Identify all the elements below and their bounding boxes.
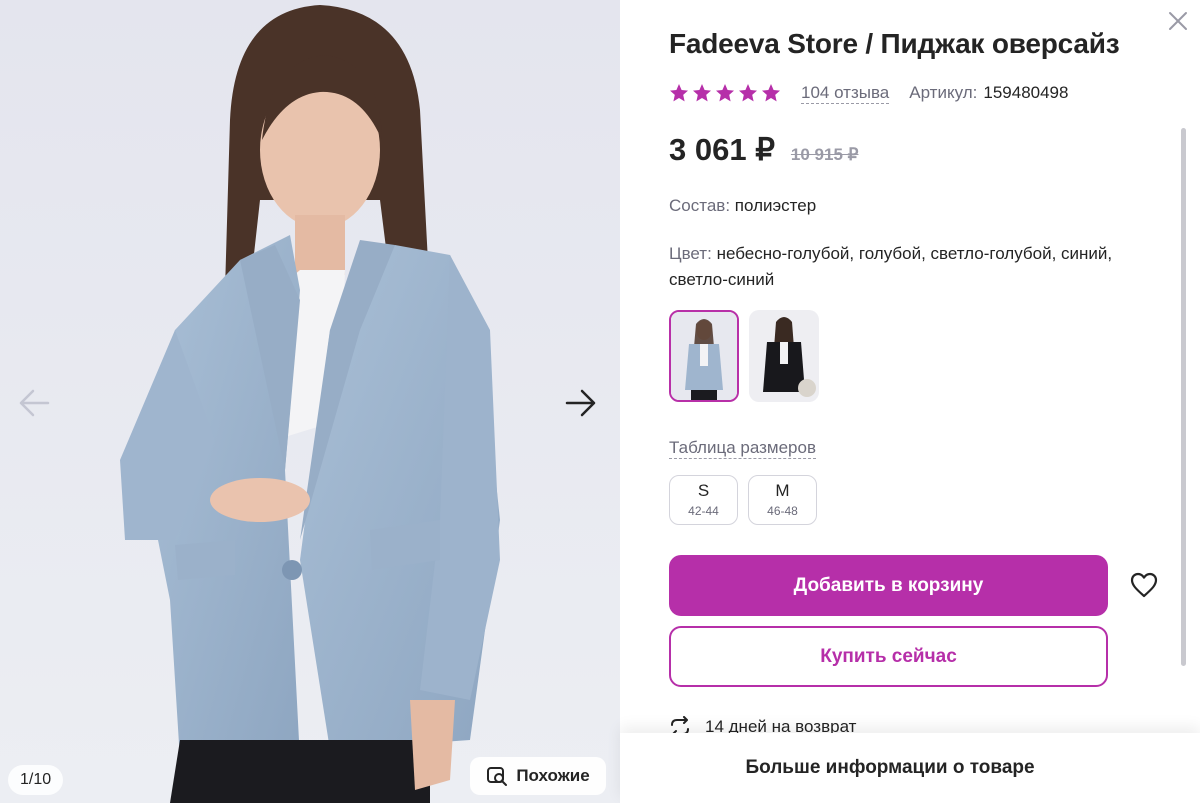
arrow-left-icon: [19, 389, 50, 417]
size-table-link[interactable]: Таблица размеров: [669, 437, 816, 459]
composition-label: Состав:: [669, 196, 731, 215]
size-options: S 42-44 M 46-48: [669, 475, 817, 525]
scrollbar[interactable]: [1181, 128, 1186, 666]
article: Артикул: 159480498: [909, 83, 1068, 103]
next-photo-button[interactable]: [561, 383, 601, 423]
star-icon: [693, 84, 711, 102]
size-name: M: [775, 481, 790, 500]
product-photo[interactable]: [0, 0, 620, 803]
size-option-s[interactable]: S 42-44: [669, 475, 738, 525]
product-info-panel: Fadeeva Store / Пиджак оверсайз 104 отзы…: [620, 0, 1200, 803]
color-label: Цвет:: [669, 244, 712, 263]
close-button[interactable]: [1165, 8, 1191, 34]
reviews-link[interactable]: 104 отзыва: [801, 83, 890, 104]
star-icon: [670, 84, 688, 102]
swatch-blue-thumbnail: [671, 312, 737, 400]
swatch-black-thumbnail: [749, 310, 819, 402]
star-icon: [762, 84, 780, 102]
arrow-right-icon: [565, 389, 596, 417]
swatch-blue[interactable]: [669, 310, 739, 402]
composition-value: полиэстер: [734, 196, 817, 215]
star-icon: [716, 84, 734, 102]
rating-row: 104 отзыва Артикул: 159480498: [669, 78, 1068, 108]
size-name: S: [697, 481, 710, 500]
article-label: Артикул:: [909, 83, 978, 102]
current-price: 3 061 ₽: [669, 132, 775, 167]
prev-photo-button[interactable]: [14, 383, 54, 423]
buy-now-button[interactable]: Купить сейчас: [669, 626, 1108, 687]
size-option-m[interactable]: M 46-48: [748, 475, 817, 525]
size-ru: 46-48: [767, 504, 798, 518]
product-title: Fadeeva Store / Пиджак оверсайз: [669, 28, 1120, 59]
star-icon: [739, 84, 757, 102]
product-gallery[interactable]: 1/10 Похожие: [0, 0, 620, 803]
composition: Состав: полиэстер: [669, 193, 816, 219]
color-info: Цвет: небесно-голубой, голубой, светло-г…: [669, 241, 1159, 293]
close-icon: [1169, 12, 1187, 30]
favorite-button[interactable]: [1127, 568, 1161, 602]
size-ru: 42-44: [688, 504, 719, 518]
swatch-black[interactable]: [749, 310, 819, 402]
rating-stars: [669, 83, 781, 103]
similar-button[interactable]: Похожие: [470, 757, 606, 795]
article-value: 159480498: [983, 83, 1069, 102]
add-to-cart-button[interactable]: Добавить в корзину: [669, 555, 1108, 616]
color-swatches: [669, 310, 819, 402]
similar-label: Похожие: [516, 766, 590, 785]
heart-icon: [1130, 572, 1158, 598]
more-info-bar[interactable]: Больше информации о товаре: [620, 733, 1200, 803]
color-value: небесно-голубой, голубой, светло-голубой…: [669, 244, 1113, 289]
price-row: 3 061 ₽ 10 915 ₽: [669, 132, 858, 168]
old-price: 10 915 ₽: [790, 145, 859, 164]
more-info-label: Больше информации о товаре: [745, 757, 1035, 778]
photo-counter: 1/10: [8, 765, 64, 795]
image-search-icon: [487, 767, 508, 786]
